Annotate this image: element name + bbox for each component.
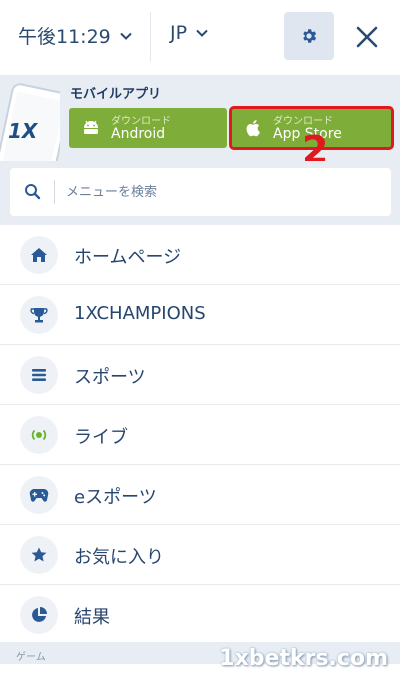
- menu-item-label: 結果: [74, 607, 110, 628]
- games-section-header: ゲーム 1xbetkrs.com: [0, 642, 400, 684]
- menu-item-label: ライブ: [74, 427, 128, 448]
- menu-item-label: スポーツ: [74, 367, 146, 388]
- phone-logo-icon: 1X: [0, 83, 60, 161]
- list-icon: [20, 356, 58, 394]
- menu-item-home[interactable]: ホームページ: [0, 225, 400, 285]
- menu-item-results[interactable]: 結果: [0, 585, 400, 645]
- search-divider: [54, 180, 55, 204]
- android-icon: [84, 120, 98, 134]
- gear-icon: [303, 29, 317, 43]
- watermark: 1xbetkrs.com: [219, 646, 388, 671]
- home-icon: [20, 236, 58, 274]
- appstore-download-sub: ダウンロード: [273, 116, 333, 127]
- settings-button[interactable]: [284, 12, 334, 60]
- menu-item-1xchampions[interactable]: 1XCHAMPIONS: [0, 285, 400, 345]
- search-input[interactable]: [66, 178, 366, 206]
- chevron-down-icon: [120, 32, 132, 40]
- android-download-button[interactable]: ダウンロード Android: [69, 108, 227, 148]
- star-icon: [20, 536, 58, 574]
- close-button[interactable]: [350, 20, 384, 54]
- close-icon: [356, 26, 378, 48]
- menu-item-label: ホームページ: [74, 247, 182, 268]
- language-selector[interactable]: JP: [170, 22, 209, 44]
- chevron-down-icon: [196, 29, 208, 37]
- search-box[interactable]: [10, 168, 391, 216]
- search-area: [0, 161, 400, 225]
- language-label: JP: [170, 22, 188, 44]
- section-label: ゲーム: [16, 652, 46, 663]
- gamepad-icon: [20, 476, 58, 514]
- menu-item-live[interactable]: ライブ: [0, 405, 400, 465]
- time-label: 午後11:29: [18, 26, 111, 48]
- menu-item-label: eスポーツ: [74, 487, 157, 508]
- top-bar: 午後11:29 JP: [0, 0, 400, 75]
- apple-icon: [246, 120, 260, 137]
- divider: [150, 12, 151, 62]
- live-icon: [20, 416, 58, 454]
- banner-title: モバイルアプリ: [70, 87, 162, 102]
- menu-item-label: 1XCHAMPIONS: [74, 303, 206, 324]
- android-download-sub: ダウンロード: [111, 116, 171, 127]
- pie-chart-icon: [20, 596, 58, 634]
- menu-item-label: お気に入り: [74, 547, 164, 568]
- svg-text:1X: 1X: [8, 119, 39, 143]
- main-menu: ホームページ 1XCHAMPIONS スポーツ ライブ eスポーツ お気に入り: [0, 225, 400, 645]
- menu-item-favorites[interactable]: お気に入り: [0, 525, 400, 585]
- menu-item-sports[interactable]: スポーツ: [0, 345, 400, 405]
- trophy-icon: [20, 296, 58, 334]
- search-icon: [25, 184, 41, 200]
- mobile-app-banner: 1X モバイルアプリ ダウンロード Android ダウンロード App Sto…: [0, 75, 400, 172]
- android-download-label: Android: [111, 126, 166, 142]
- menu-item-esports[interactable]: eスポーツ: [0, 465, 400, 525]
- time-selector[interactable]: 午後11:29: [18, 22, 133, 49]
